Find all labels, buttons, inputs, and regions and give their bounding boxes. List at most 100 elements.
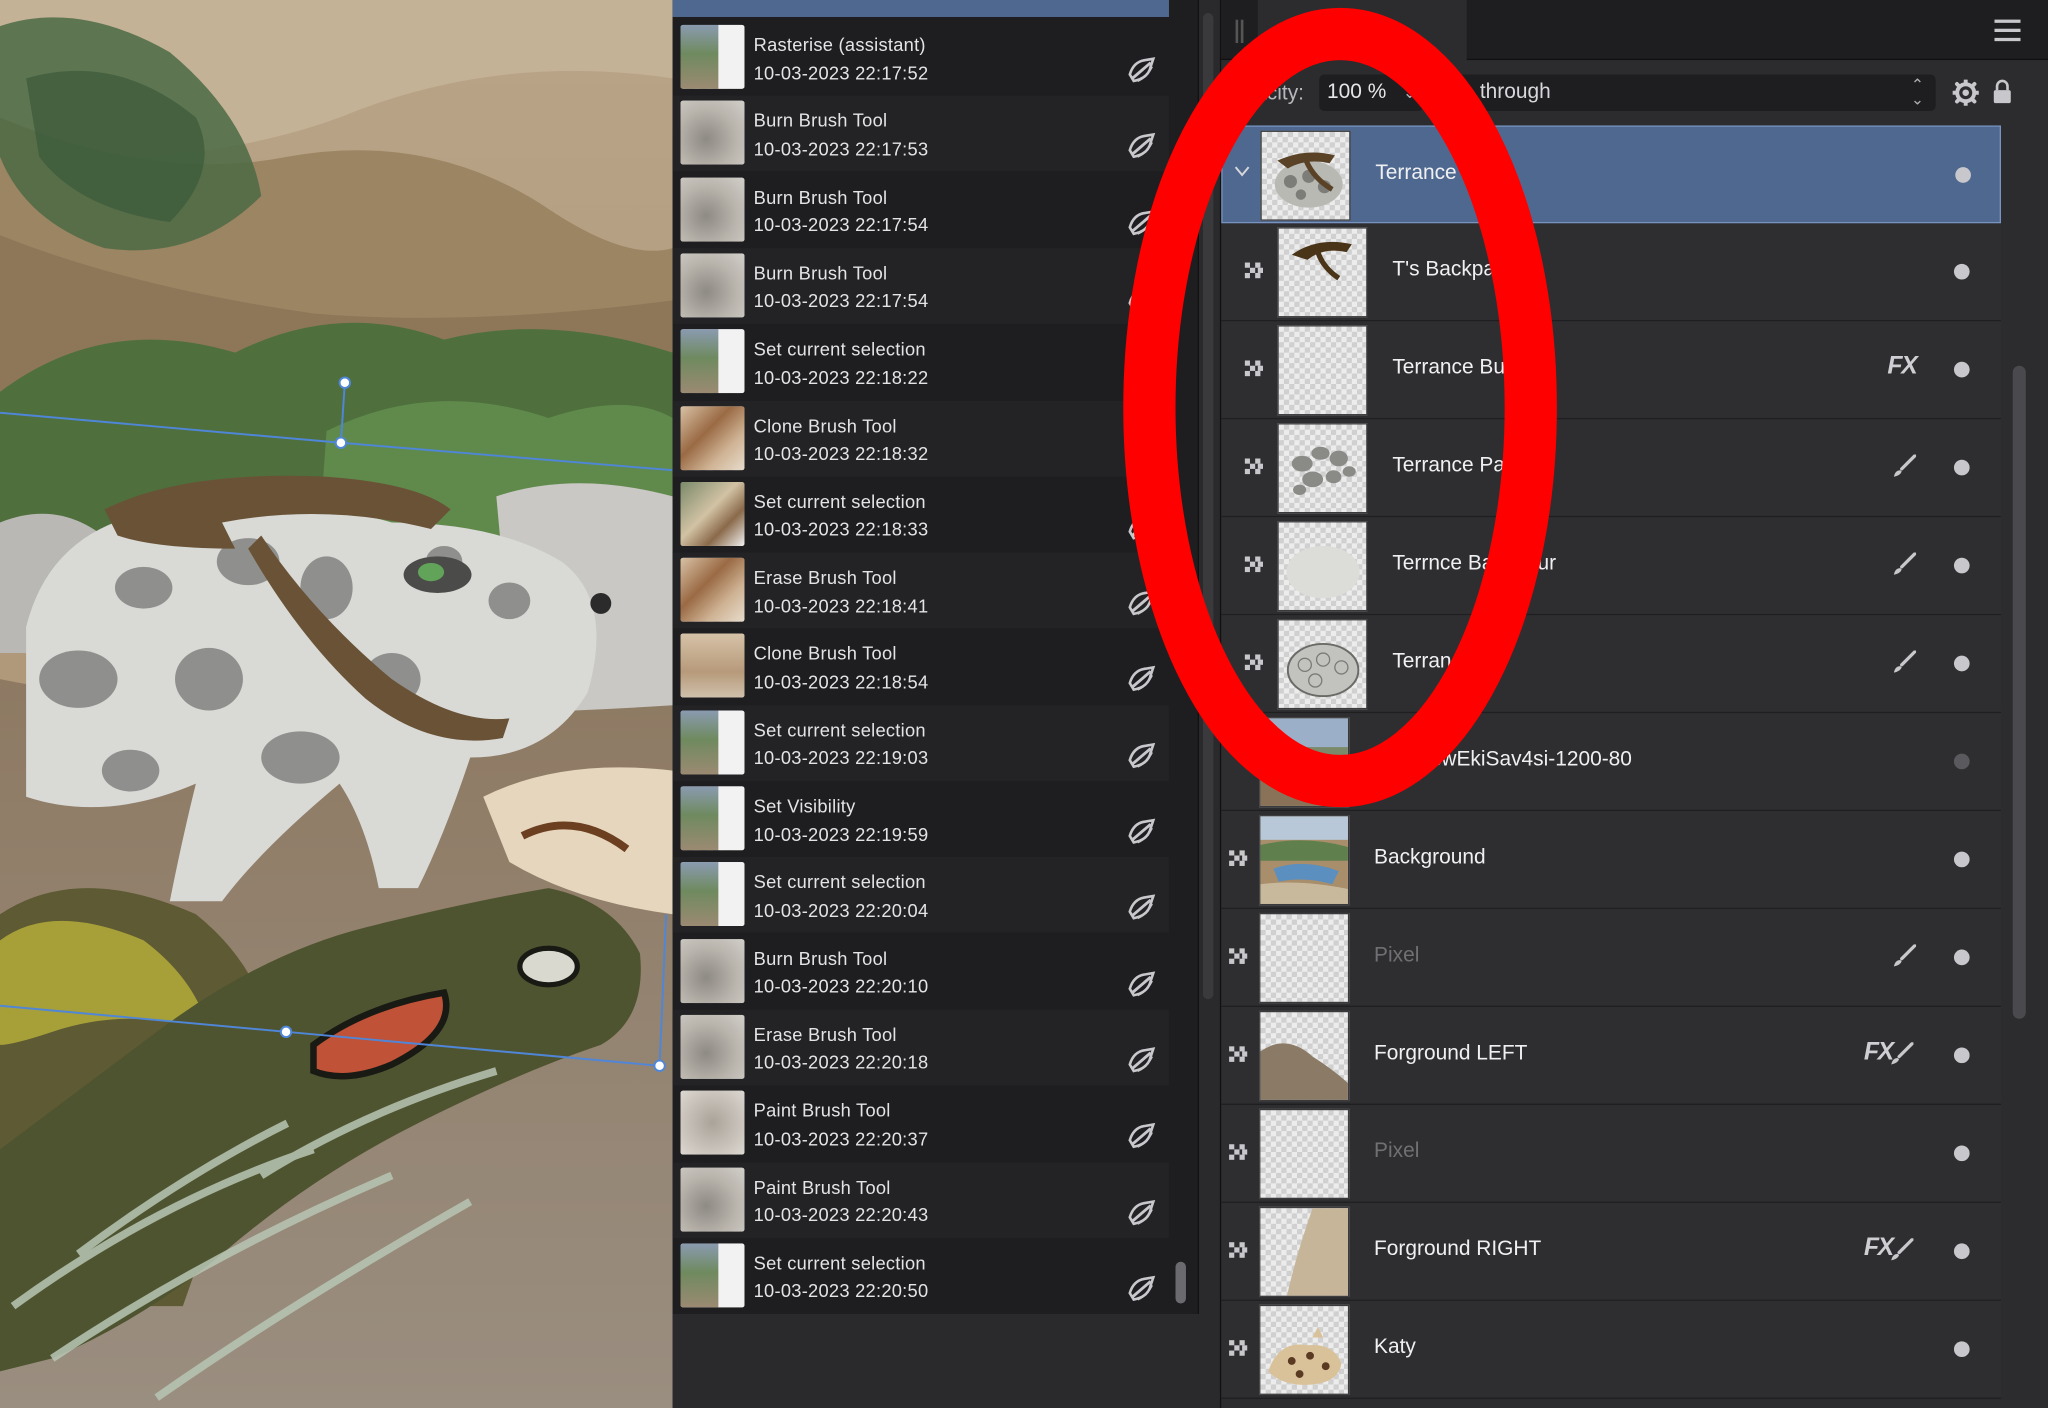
layer-name[interactable]: Pixel [1374,944,1419,968]
blend-mode-select[interactable]: through ⌃ ⌄ [1432,74,1936,112]
snapshot-icon[interactable] [1126,1122,1157,1151]
chevron-down-icon[interactable]: ⌄ [1403,82,1417,103]
layer-row[interactable]: Terrance Bum FX [1221,321,2001,420]
visibility-dot-icon[interactable] [1953,459,1970,476]
fx-icon[interactable]: FX [1864,1038,1894,1067]
panel-scrollbar[interactable] [1202,13,1214,1000]
visibility-dot-icon[interactable] [1953,851,1970,868]
history-step-name: Set current selection [753,1252,926,1274]
brush-icon[interactable] [1893,943,1917,968]
history-step-time: 10-03-2023 22:19:03 [753,747,929,769]
brush-icon[interactable] [1893,650,1917,674]
brush-icon[interactable] [1893,552,1917,576]
visibility-dot-icon[interactable] [1953,949,1970,966]
visibility-dot-icon[interactable] [1953,557,1970,574]
snapshot-icon[interactable] [1126,513,1157,542]
layer-row[interactable]: Katy [1221,1300,2001,1399]
layer-row[interactable]: T's Backpac [1221,223,2001,322]
history-item[interactable]: Clone Brush Tool 10-03-2023 22:18:32 [672,400,1169,477]
history-item[interactable]: Burn Brush Tool 10-03-2023 22:17:54 [673,172,1169,248]
history-item[interactable]: Set current selection 10-03-2023 22:20:50 [673,1238,1169,1314]
layer-name[interactable]: Background [1374,846,1486,870]
history-item[interactable]: Clone Brush Tool 10-03-2023 22:18:54 [673,629,1169,705]
visibility-dot-icon[interactable] [1953,1341,1970,1358]
layer-group-row[interactable]: Terrance G P [1221,125,2001,224]
layers-scrollbar[interactable] [2012,365,2026,1019]
history-item[interactable]: Set current selection 10-03-2023 22:18:22 [673,324,1169,400]
opacity-field[interactable]: 100 % ⌄ [1319,74,1424,112]
layer-name[interactable]: Terrnce Bas olour [1392,552,1556,576]
history-item[interactable]: Burn Brush Tool 10-03-2023 22:17:53 [672,95,1169,172]
lock-icon[interactable] [1992,78,2013,104]
brush-icon[interactable] [1890,1041,1914,1066]
layer-name[interactable]: T's Backpac [1392,259,1505,283]
snapshot-icon[interactable] [1126,1275,1157,1304]
history-thumbnail [680,557,745,622]
layer-row[interactable]: Terranc [1221,615,2001,714]
brush-icon[interactable] [1890,1237,1914,1262]
history-item[interactable]: Burn Brush Tool 10-03-2023 22:17:54 [672,248,1169,324]
snapshot-icon[interactable] [1126,818,1157,847]
snapshot-icon[interactable] [1126,589,1157,618]
history-item[interactable]: Paint Brush Tool 10-03-2023 22:20:37 [673,1086,1169,1162]
visibility-dot-icon[interactable] [1953,1243,1970,1260]
snapshot-icon[interactable] [1126,970,1157,999]
layer-row[interactable]: Forground RIGHT FX [1221,1202,2001,1301]
layer-name[interactable]: Terrance G P [1375,162,1498,186]
fx-icon[interactable]: FX [1887,353,1917,382]
history-item[interactable]: Set current selection 10-03-2023 22:19:03 [672,704,1169,781]
layer-name[interactable]: Forground LEFT [1374,1042,1527,1066]
visibility-dot-icon[interactable] [1953,361,1970,378]
visibility-dot-icon[interactable] [1955,167,1971,183]
history-item[interactable]: Erase Brush Tool 10-03-2023 22:20:18 [672,1009,1169,1086]
drag-grip-icon[interactable] [1234,19,1244,44]
visibility-dot-icon[interactable] [1953,1047,1970,1064]
gear-icon[interactable] [1952,79,1979,106]
history-item[interactable]: Burn Brush Tool 10-03-2023 22:20:10 [673,933,1169,1009]
history-item[interactable]: Paint Brush Tool 10-03-2023 22:20:43 [672,1161,1169,1238]
brush-icon[interactable] [1893,454,1917,479]
layer-name[interactable]: Terrance Patc [1392,455,1521,479]
layer-row[interactable]: Pixel [1221,909,2001,1008]
history-item[interactable]: Set Visibility 10-03-2023 22:19:59 [673,781,1169,857]
history-item[interactable]: Set current selection 10-03-2023 22:20:04 [672,857,1169,933]
history-item[interactable]: Rasterise (assistant) 10-03-2023 22:17:52 [673,20,1169,96]
snapshot-icon[interactable] [1126,665,1157,694]
snapshot-icon[interactable] [1126,132,1157,161]
fx-icon[interactable]: FX [1864,1234,1894,1263]
layer-name[interactable]: Terrance Bum [1392,357,1522,381]
layer-name[interactable]: ACBKcwEkiSav4si-1200-80 [1374,748,1632,772]
snapshot-icon[interactable] [1126,285,1157,314]
layer-name[interactable]: Katy [1374,1336,1416,1360]
snapshot-icon[interactable] [1126,894,1157,923]
layer-name[interactable]: Forground RIGHT [1374,1238,1541,1262]
visibility-dot-icon[interactable] [1953,655,1970,672]
layer-name[interactable]: Terranc [1392,650,1462,674]
artwork [0,0,673,1408]
document-canvas[interactable] [0,0,673,1408]
history-item[interactable]: Erase Brush Tool 10-03-2023 22:18:41 [672,552,1169,629]
chevron-down-icon[interactable] [1233,162,1251,180]
layer-name[interactable]: Pixel [1374,1140,1419,1164]
visibility-dot-icon[interactable] [1953,753,1970,770]
history-item[interactable]: Set current selection 10-03-2023 22:18:33 [673,476,1169,552]
tab-layers[interactable]: s [1257,0,1467,61]
history-scrollbar[interactable] [1175,1261,1186,1304]
layer-row[interactable]: Terrnce Bas olour [1221,517,2001,616]
opacity-value: 100 % [1327,80,1387,104]
snapshot-icon[interactable] [1126,56,1157,85]
snapshot-icon[interactable] [1126,208,1157,237]
visibility-dot-icon[interactable] [1953,1145,1970,1162]
visibility-dot-icon[interactable] [1953,263,1970,280]
hamburger-menu-icon[interactable] [1994,18,2021,42]
snapshot-icon[interactable] [1126,741,1157,770]
snapshot-icon[interactable] [1126,437,1157,466]
snapshot-icon[interactable] [1126,1198,1157,1227]
layer-row[interactable]: Pixel [1221,1104,2001,1203]
layer-row[interactable]: ACBKcwEkiSav4si-1200-80 [1221,713,2001,812]
snapshot-icon[interactable] [1126,1046,1157,1075]
snapshot-icon[interactable] [1126,361,1157,390]
layer-row[interactable]: Forground LEFT FX [1221,1007,2001,1105]
layer-row[interactable]: Background [1221,811,2001,910]
layer-row[interactable]: Terrance Patc [1221,419,2001,518]
